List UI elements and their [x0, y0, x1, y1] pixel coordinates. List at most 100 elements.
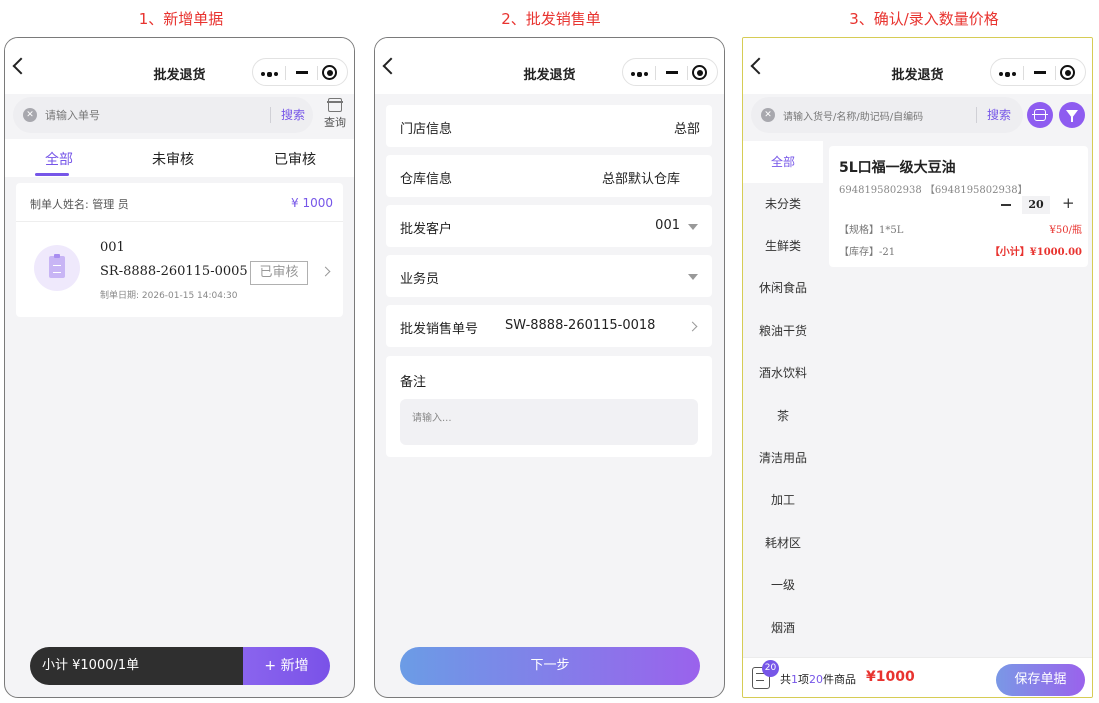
- tab-unreviewed[interactable]: 未审核: [128, 149, 218, 169]
- mini-program-capsule: [622, 58, 718, 86]
- step-3-title: 3、确认/录入数量价格: [849, 10, 999, 28]
- category-sidebar: 全部 未分类 生鲜类 休闲食品 粮油干货 酒水饮料 茶 清洁用品 加工 耗材区 …: [743, 139, 823, 657]
- close-target-icon[interactable]: [322, 65, 337, 80]
- salesman-label: 业务员: [400, 272, 440, 287]
- remark-section: 备注 请输入...: [386, 356, 712, 457]
- search-input[interactable]: 请输入单号: [45, 107, 100, 123]
- category-grain-oil[interactable]: 粮油干货: [743, 310, 823, 352]
- sales-order-label: 批发销售单号: [400, 322, 479, 337]
- category-level-one[interactable]: 一级: [743, 564, 823, 606]
- active-tab-indicator: [35, 173, 69, 176]
- query-button[interactable]: 查询: [320, 98, 350, 130]
- minimize-icon[interactable]: [296, 71, 308, 74]
- status-tabs: 全部 未审核 已审核: [5, 139, 354, 177]
- save-order-button[interactable]: 保存单据: [996, 664, 1085, 696]
- tab-reviewed[interactable]: 已审核: [250, 149, 340, 169]
- minimize-icon[interactable]: [666, 71, 678, 74]
- salesman-select[interactable]: 业务员: [386, 255, 712, 297]
- dropdown-caret-icon: [688, 224, 698, 230]
- product-card: 5L口福一级大豆油 6948195802938 【6948195802938】 …: [829, 146, 1088, 267]
- customer-label: 批发客户: [400, 222, 453, 237]
- scan-icon: [1032, 109, 1048, 121]
- warehouse-info-row[interactable]: 仓库信息 总部默认仓库: [386, 155, 712, 197]
- dropdown-caret-icon: [688, 274, 698, 280]
- category-processing[interactable]: 加工: [743, 479, 823, 521]
- filter-button[interactable]: [1059, 102, 1085, 128]
- document-icon: [34, 245, 80, 291]
- category-tobacco-liquor[interactable]: 烟酒: [743, 607, 823, 649]
- sales-order-row[interactable]: 批发销售单号 SW-8888-260115-0018: [386, 305, 712, 347]
- category-consumables[interactable]: 耗材区: [743, 522, 823, 564]
- nav-bar: 批发退货: [375, 38, 724, 94]
- customer-value: 001: [655, 218, 680, 233]
- close-target-icon[interactable]: [1060, 65, 1075, 80]
- nav-bar: 批发退货: [743, 38, 1092, 94]
- category-all[interactable]: 全部: [743, 141, 823, 183]
- status-stamp: 已审核: [250, 261, 308, 285]
- product-spec: 【规格】1*5L: [839, 225, 904, 236]
- category-fresh[interactable]: 生鲜类: [743, 225, 823, 267]
- category-snacks[interactable]: 休闲食品: [743, 267, 823, 309]
- quantity-input[interactable]: 20: [1022, 196, 1050, 214]
- order-date: 制单日期: 2026-01-15 14:04:30: [100, 291, 238, 301]
- search-input[interactable]: 请输入货号/名称/助记码/自编码: [783, 108, 923, 123]
- cart-count-badge: 20: [762, 660, 779, 677]
- calendar-icon: [327, 98, 343, 112]
- store-info-row[interactable]: 门店信息 总部: [386, 105, 712, 147]
- remark-placeholder: 请输入...: [412, 413, 452, 424]
- bottom-summary-bar: 20 共1项20件商品 ¥1000 保存单据: [743, 657, 1092, 697]
- sales-order-value: SW-8888-260115-0018: [505, 318, 656, 333]
- phone-order-form: 批发退货 门店信息 总部 仓库信息 总部默认仓库 批发客户 001 业务员 批发…: [374, 37, 725, 698]
- mini-program-capsule: [252, 58, 348, 86]
- search-button[interactable]: 搜索: [987, 106, 1011, 123]
- product-stock: 【库存】-21: [839, 247, 896, 258]
- customer-select[interactable]: 批发客户 001: [386, 205, 712, 247]
- nav-bar: 批发退货: [5, 38, 354, 94]
- quantity-stepper: 20 +: [1001, 194, 1085, 214]
- subtotal-text: 小计 ¥1000/1单: [30, 647, 243, 685]
- chevron-right-icon: [687, 321, 698, 332]
- phone-order-list: 批发退货 ✕ 请输入单号 搜索 查询 全部 未审核 已审核 制单人姓名: 管理 …: [4, 37, 355, 698]
- product-subtotal: 【小计】¥1000.00: [989, 247, 1082, 258]
- order-card[interactable]: 制单人姓名: 管理 员 ¥ 1000 001 SR-8888-260115-00…: [16, 183, 343, 317]
- search-bar: ✕ 请输入货号/名称/助记码/自编码 搜索: [751, 97, 1023, 133]
- order-amount: ¥ 1000: [291, 196, 333, 210]
- add-order-button[interactable]: + 新增: [243, 647, 330, 685]
- category-drinks[interactable]: 酒水饮料: [743, 352, 823, 394]
- category-tea[interactable]: 茶: [743, 395, 823, 437]
- order-number: SR-8888-260115-0005: [100, 264, 248, 279]
- more-dots-icon[interactable]: [999, 71, 1016, 77]
- product-barcode: 6948195802938 【6948195802938】: [839, 185, 1028, 196]
- total-amount: ¥1000: [866, 669, 915, 685]
- product-price[interactable]: ¥50/瓶: [1050, 221, 1082, 236]
- store-info-value: 总部: [673, 122, 700, 137]
- bottom-action-bar: 小计 ¥1000/1单 + 新增: [30, 647, 330, 685]
- tab-all[interactable]: 全部: [14, 149, 104, 169]
- clear-icon[interactable]: ✕: [761, 108, 775, 122]
- close-target-icon[interactable]: [692, 65, 707, 80]
- customer-code: 001: [100, 240, 125, 255]
- category-cleaning[interactable]: 清洁用品: [743, 437, 823, 479]
- chevron-right-icon: [320, 266, 331, 277]
- query-label: 查询: [324, 116, 346, 129]
- more-dots-icon[interactable]: [631, 71, 648, 77]
- more-dots-icon[interactable]: [261, 71, 278, 77]
- divider: [16, 221, 343, 222]
- maker-name: 制单人姓名: 管理 员: [30, 198, 129, 211]
- remark-label: 备注: [400, 375, 427, 390]
- decrease-button[interactable]: [1001, 204, 1011, 206]
- product-name: 5L口福一级大豆油: [839, 160, 956, 176]
- remark-input[interactable]: 请输入...: [400, 399, 698, 445]
- warehouse-info-value: 总部默认仓库: [601, 172, 680, 187]
- step-1-title: 1、新增单据: [138, 10, 224, 28]
- next-step-button[interactable]: 下一步: [400, 647, 700, 685]
- store-info-label: 门店信息: [400, 122, 453, 137]
- step-2-title: 2、批发销售单: [501, 10, 601, 28]
- scan-button[interactable]: [1027, 102, 1053, 128]
- increase-button[interactable]: +: [1062, 194, 1075, 212]
- minimize-icon[interactable]: [1034, 71, 1046, 74]
- clear-icon[interactable]: ✕: [23, 108, 37, 122]
- search-button[interactable]: 搜索: [281, 106, 305, 123]
- category-uncategorized[interactable]: 未分类: [743, 183, 823, 225]
- summary-text: 共1项20件商品: [780, 673, 856, 686]
